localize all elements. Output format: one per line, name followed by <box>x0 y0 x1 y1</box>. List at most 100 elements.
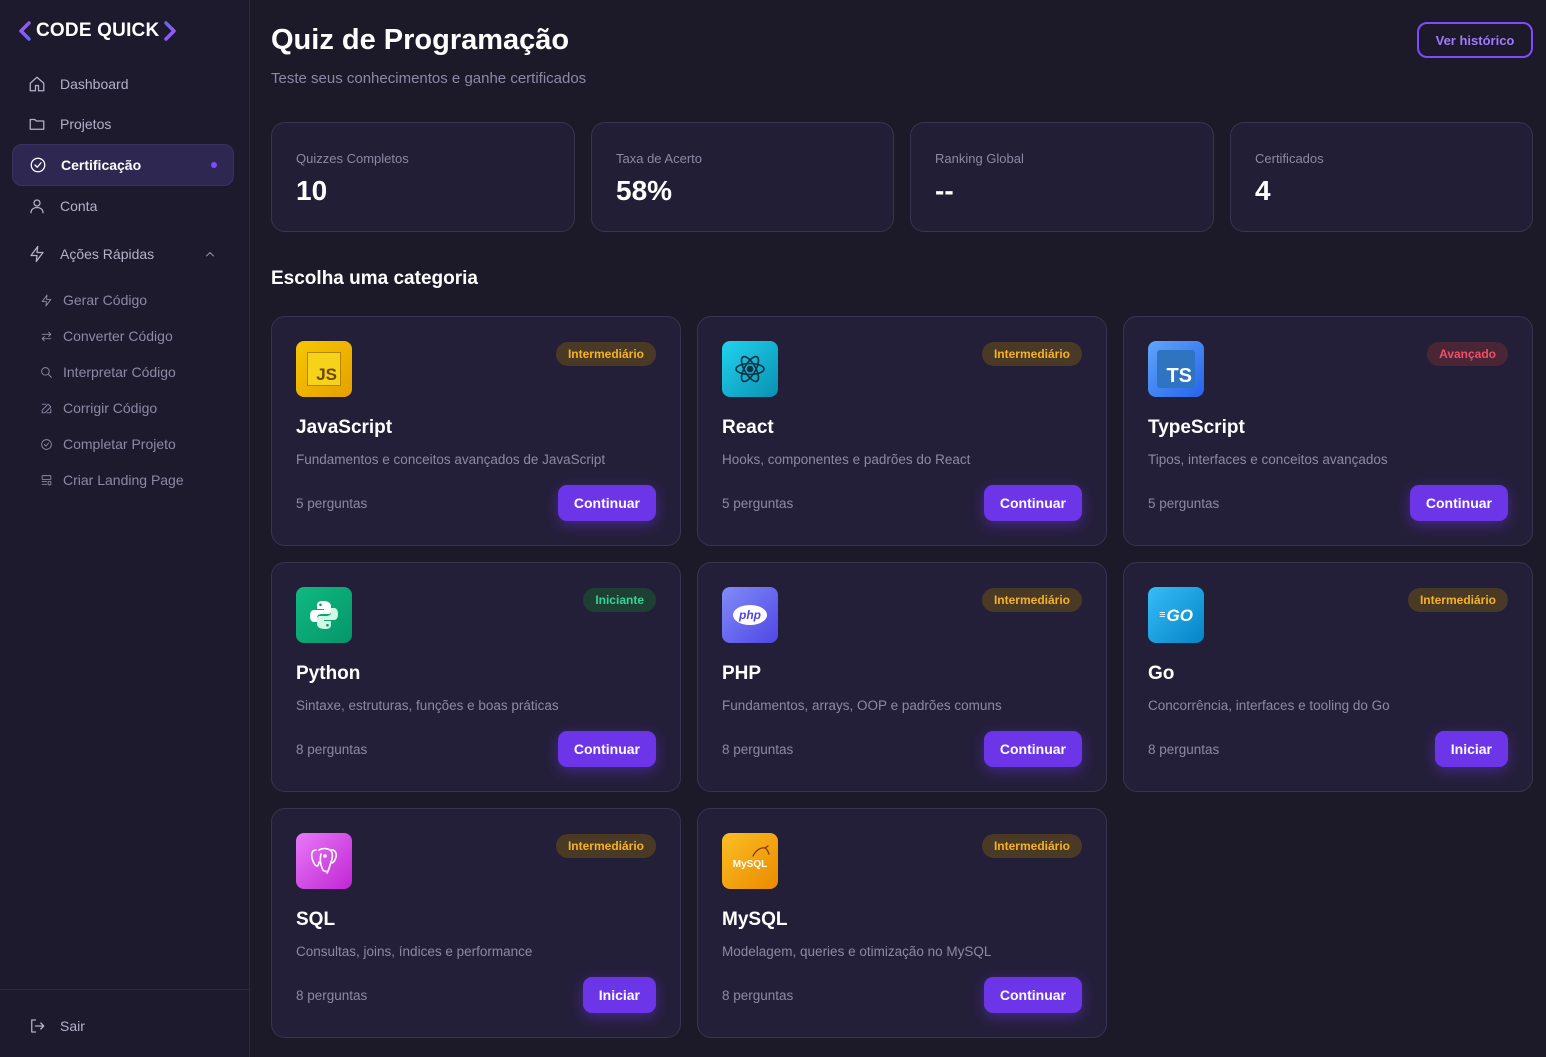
stat-value: 58% <box>616 175 673 206</box>
brand-logo[interactable]: CODE QUICK <box>18 20 177 42</box>
stat-card-ranking: Ranking Global -- <box>910 122 1214 232</box>
question-count: 8 perguntas <box>1148 742 1220 757</box>
quiz-title: Python <box>296 663 361 684</box>
stat-label: Taxa de Acerto <box>616 151 702 166</box>
chevron-left-logo-icon <box>19 21 31 41</box>
question-count: 8 perguntas <box>296 742 368 757</box>
arrows-exchange-icon <box>41 331 52 341</box>
question-count: 8 perguntas <box>296 988 368 1003</box>
typescript-logo-icon: TS <box>1148 341 1204 397</box>
quick-action-label: Completar Projeto <box>63 436 176 452</box>
react-logo-icon <box>722 341 778 397</box>
quiz-title: Go <box>1148 663 1175 684</box>
quiz-card-python[interactable]: Iniciante Python Sintaxe, estruturas, fu… <box>271 562 681 792</box>
question-count: 8 perguntas <box>722 988 794 1003</box>
quiz-card-mysql[interactable]: MySQL Intermediário MySQL Modelagem, que… <box>697 808 1107 1038</box>
level-badge: Intermediário <box>981 342 1082 366</box>
quick-action-criar-landing-page[interactable]: Criar Landing Page <box>40 468 184 492</box>
edit-icon <box>41 403 52 413</box>
quiz-description: Concorrência, interfaces e tooling do Go <box>1148 698 1390 713</box>
question-count: 5 perguntas <box>1148 496 1220 511</box>
stat-card-quizzes: Quizzes Completos 10 <box>271 122 575 232</box>
level-badge: Intermediário <box>1407 588 1508 612</box>
quiz-card-typescript[interactable]: TS Avançado TypeScript Tipos, interfaces… <box>1123 316 1533 546</box>
sidebar-item-conta[interactable]: Conta <box>12 186 234 226</box>
quiz-title: TypeScript <box>1148 417 1245 438</box>
quick-action-converter-codigo[interactable]: Converter Código <box>40 324 173 348</box>
mysql-logo-text: MySQL <box>732 859 768 870</box>
quiz-card-go[interactable]: ≡ GO Intermediário Go Concorrência, inte… <box>1123 562 1533 792</box>
active-indicator-dot <box>211 162 217 168</box>
quick-actions-toggle[interactable]: Ações Rápidas <box>12 234 234 274</box>
quick-action-corrigir-codigo[interactable]: Corrigir Código <box>40 396 157 420</box>
quiz-description: Tipos, interfaces e conceitos avançados <box>1148 452 1388 467</box>
php-logo-text: php <box>739 608 761 622</box>
sidebar-item-label: Conta <box>60 198 98 214</box>
level-badge: Intermediário <box>555 342 656 366</box>
continue-button[interactable]: Continuar <box>1409 485 1508 521</box>
chevron-up-icon <box>206 252 214 257</box>
quiz-card-php[interactable]: php Intermediário PHP Fundamentos, array… <box>697 562 1107 792</box>
stat-value: 10 <box>296 175 328 206</box>
stat-label: Ranking Global <box>935 151 1024 166</box>
level-badge: Avançado <box>1427 342 1508 366</box>
quick-action-interpretar-codigo[interactable]: Interpretar Código <box>40 360 176 384</box>
chevron-right-logo-icon <box>164 21 177 41</box>
sidebar-item-certificacao[interactable]: Certificação <box>12 144 234 186</box>
continue-button[interactable]: Continuar <box>557 485 656 521</box>
stat-value: 4 <box>1255 175 1271 206</box>
layout-icon <box>41 474 52 485</box>
quiz-title: SQL <box>296 909 336 930</box>
go-logo-text: GO <box>1166 605 1193 625</box>
continue-button[interactable]: Continuar <box>983 977 1082 1013</box>
question-count: 5 perguntas <box>722 496 794 511</box>
javascript-logo-icon: JS <box>296 341 352 397</box>
logout-icon <box>31 1019 45 1033</box>
sidebar-item-projetos[interactable]: Projetos <box>12 104 234 144</box>
mysql-logo-icon: MySQL <box>722 833 778 889</box>
stat-card-accuracy: Taxa de Acerto 58% <box>591 122 894 232</box>
stat-card-certificates: Certificados 4 <box>1230 122 1533 232</box>
level-badge: Intermediário <box>981 588 1082 612</box>
quick-action-label: Interpretar Código <box>63 364 176 380</box>
sidebar-item-label: Dashboard <box>60 76 129 92</box>
quiz-card-react[interactable]: Intermediário React Hooks, componentes e… <box>697 316 1107 546</box>
quiz-description: Fundamentos, arrays, OOP e padrões comun… <box>722 698 1002 713</box>
quick-action-completar-projeto[interactable]: Completar Projeto <box>40 432 176 456</box>
sidebar-item-label: Certificação <box>61 157 142 173</box>
history-button[interactable]: Ver histórico <box>1417 22 1533 58</box>
bolt-icon <box>41 294 52 306</box>
start-button[interactable]: Iniciar <box>1434 731 1508 767</box>
page-subtitle: Teste seus conhecimentos e ganhe certifi… <box>271 70 587 87</box>
quiz-description: Consultas, joins, índices e performance <box>296 944 533 959</box>
home-icon <box>29 76 45 92</box>
continue-button[interactable]: Continuar <box>983 731 1082 767</box>
question-count: 5 perguntas <box>296 496 368 511</box>
continue-button[interactable]: Continuar <box>557 731 656 767</box>
quiz-title: PHP <box>722 663 762 684</box>
level-badge: Intermediário <box>981 834 1082 858</box>
quick-action-gerar-codigo[interactable]: Gerar Código <box>40 288 147 312</box>
go-speed-lines-icon: ≡ <box>1159 608 1166 621</box>
start-button[interactable]: Iniciar <box>582 977 656 1013</box>
php-logo-icon: php <box>722 587 778 643</box>
stat-label: Certificados <box>1255 151 1324 166</box>
stat-label: Quizzes Completos <box>296 151 409 166</box>
quiz-description: Hooks, componentes e padrões do React <box>722 452 971 467</box>
quiz-card-javascript[interactable]: JS Intermediário JavaScript Fundamentos … <box>271 316 681 546</box>
brand-name: CODE QUICK <box>36 20 160 41</box>
python-logo-icon <box>296 587 352 643</box>
quick-action-label: Corrigir Código <box>63 400 158 416</box>
question-count: 8 perguntas <box>722 742 794 757</box>
quick-actions-label: Ações Rápidas <box>60 246 155 262</box>
typescript-logo-text: TS <box>1166 365 1192 387</box>
quiz-description: Sintaxe, estruturas, funções e boas prát… <box>296 698 559 713</box>
logout-button[interactable]: Sair <box>28 1014 85 1038</box>
user-icon <box>30 199 44 214</box>
continue-button[interactable]: Continuar <box>983 485 1082 521</box>
sidebar-item-dashboard[interactable]: Dashboard <box>12 64 234 104</box>
check-circle-icon <box>41 438 52 450</box>
quiz-description: Modelagem, queries e otimização no MySQL <box>722 944 992 959</box>
quick-action-label: Gerar Código <box>63 292 148 308</box>
quiz-card-sql[interactable]: Intermediário SQL Consultas, joins, índi… <box>271 808 681 1038</box>
